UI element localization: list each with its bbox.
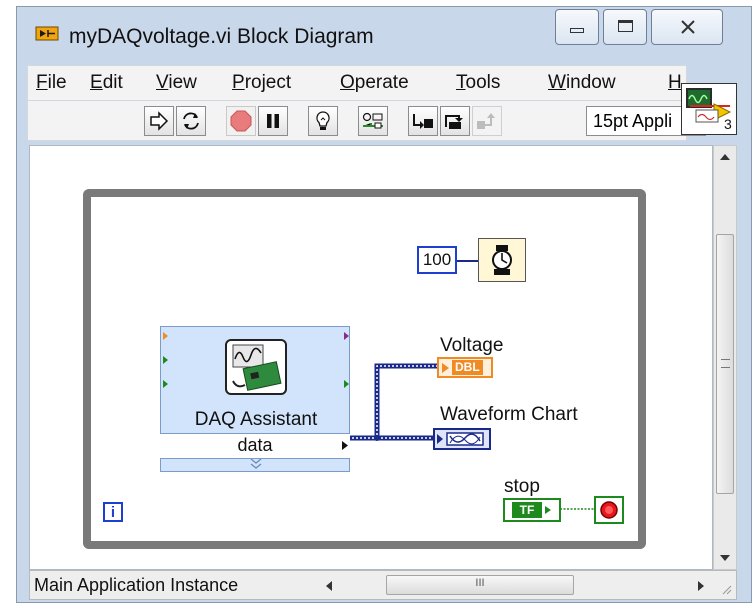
daq-assistant-vi[interactable]: DAQ Assistant data: [160, 326, 350, 472]
step-into-button[interactable]: [408, 106, 438, 136]
waveform-chart-icon: [437, 432, 484, 446]
stop-label: stop: [504, 476, 540, 497]
scroll-left-icon[interactable]: [326, 581, 332, 591]
retain-wire-values-button[interactable]: [358, 106, 388, 136]
daq-device-icon: [232, 344, 282, 391]
menu-tools[interactable]: Tools: [456, 72, 500, 94]
close-button[interactable]: [651, 9, 723, 45]
stop-type: TF: [511, 502, 543, 518]
stop-sign-icon: [600, 501, 618, 519]
menu-project[interactable]: Project: [232, 72, 291, 94]
daq-output-row[interactable]: data: [160, 433, 350, 459]
title-bar[interactable]: myDAQvoltage.vi Block Diagram: [17, 7, 751, 63]
vertical-scrollbar[interactable]: [713, 145, 737, 570]
voltage-label: Voltage: [440, 335, 504, 356]
toolbar: 15pt Appli: [27, 101, 706, 141]
step-over-button[interactable]: [440, 106, 470, 136]
application-instance-label[interactable]: Main Application Instance: [34, 575, 238, 596]
expand-chevron-icon[interactable]: [249, 458, 263, 470]
labview-app-icon: [35, 26, 59, 41]
control-arrow-icon: [545, 506, 552, 514]
step-out-icon: [477, 113, 495, 129]
resize-grip-icon[interactable]: [720, 583, 732, 595]
data-wire[interactable]: [348, 363, 437, 441]
pause-icon: [267, 114, 279, 128]
menu-help[interactable]: H: [668, 72, 682, 94]
output-arrow-icon: [342, 441, 348, 450]
close-icon: [681, 20, 695, 34]
scroll-right-icon[interactable]: [698, 581, 704, 591]
thumb-grip-icon: [721, 359, 730, 368]
step-over-icon: [445, 115, 463, 129]
maximize-button[interactable]: [603, 9, 647, 45]
loop-condition-terminal[interactable]: [594, 496, 624, 524]
voltage-indicator[interactable]: DBL: [437, 357, 493, 378]
retain-wire-values-icon: [362, 112, 383, 129]
wait-constant-value: 100: [422, 250, 452, 269]
daq-device-glyph: [225, 339, 287, 395]
scroll-up-icon[interactable]: [720, 154, 730, 160]
minimize-icon: [570, 28, 584, 33]
menu-file[interactable]: File: [36, 72, 67, 94]
thumb-grip-label: III: [475, 577, 485, 589]
menu-operate[interactable]: Operate: [340, 72, 409, 94]
step-out-button[interactable]: [472, 106, 502, 136]
waveform-chart-label: Waveform Chart: [440, 404, 578, 425]
minimize-button[interactable]: [555, 9, 599, 45]
stopwatch-icon: [492, 245, 512, 275]
vi-icon-label: 3: [724, 116, 732, 132]
indicator-arrow-icon: [442, 362, 449, 373]
highlight-execution-icon: [316, 111, 330, 130]
maximize-icon: [618, 20, 633, 32]
abort-icon: [230, 110, 252, 132]
menu-window[interactable]: Window: [548, 72, 616, 94]
run-button[interactable]: [144, 106, 174, 136]
diagram-canvas[interactable]: 100 DAQ Assistant data Voltage DBL Wavef…: [29, 145, 713, 570]
block-diagram-window: myDAQvoltage.vi Block Diagram File Edit …: [16, 6, 752, 603]
run-icon: [150, 111, 169, 131]
highlight-execution-button[interactable]: [308, 106, 338, 136]
vi-icon[interactable]: 3: [681, 83, 737, 135]
pause-button[interactable]: [258, 106, 288, 136]
iteration-label: i: [110, 503, 116, 521]
vertical-scroll-thumb[interactable]: [716, 234, 734, 494]
abort-button[interactable]: [226, 106, 256, 136]
voltage-type: DBL: [452, 360, 483, 375]
menu-view[interactable]: View: [156, 72, 197, 94]
step-into-icon: [413, 114, 433, 129]
stop-control[interactable]: TF: [503, 498, 561, 522]
wait-ms-function[interactable]: [478, 238, 526, 282]
wait-constant[interactable]: 100: [417, 246, 457, 274]
iteration-terminal[interactable]: i: [103, 502, 123, 522]
horizontal-scroll-thumb[interactable]: III: [386, 575, 574, 595]
daq-output-data-label: data: [237, 435, 273, 455]
daq-assistant-title: DAQ Assistant: [194, 409, 318, 430]
menu-edit[interactable]: Edit: [90, 72, 123, 94]
run-continuously-button[interactable]: [176, 106, 206, 136]
scroll-down-icon[interactable]: [720, 555, 730, 561]
waveform-chart-indicator[interactable]: [433, 428, 491, 450]
window-title: myDAQvoltage.vi Block Diagram: [69, 25, 374, 48]
menu-bar: File Edit View Project Operate Tools Win…: [27, 65, 687, 101]
run-continuously-icon: [183, 112, 199, 130]
status-bar: Main Application Instance III: [29, 570, 737, 600]
